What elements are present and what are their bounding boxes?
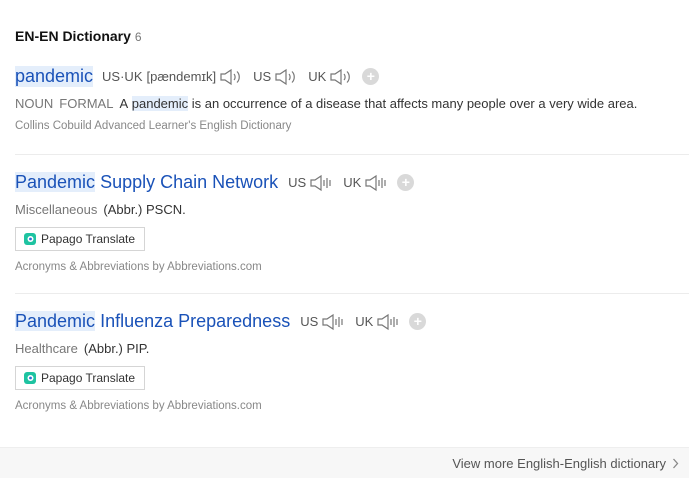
def-text: (Abbr.) PSCN.: [103, 202, 186, 217]
section-title: EN-EN Dictionary 6: [15, 28, 142, 44]
add-wordbook-icon[interactable]: +: [362, 68, 380, 85]
us-speaker-icon[interactable]: [274, 68, 298, 86]
pronunciation: US·UK [pændemɪk]: [102, 69, 216, 84]
footer-bar: View more English-English dictionary: [0, 447, 689, 478]
headword-rest: Supply Chain Network: [100, 172, 279, 192]
uk-speaker-icon[interactable]: [376, 313, 400, 331]
category: Miscellaneous: [15, 202, 98, 217]
add-wordbook-icon[interactable]: +: [409, 313, 427, 330]
uk-speaker-icon[interactable]: [329, 68, 353, 86]
entry-pip: Pandemic Influenza Preparedness US UK + …: [15, 311, 689, 412]
ipa-text: [pændemɪk]: [146, 69, 217, 84]
add-wordbook-icon[interactable]: +: [397, 174, 415, 191]
dictionary-source: Acronyms & Abbreviations by Abbreviation…: [15, 261, 262, 273]
us-speaker-icon[interactable]: [321, 313, 345, 331]
us-speaker-icon[interactable]: [309, 174, 333, 192]
papago-translate-button[interactable]: Papago Translate: [15, 227, 146, 251]
dictionary-source: Collins Cobuild Advanced Learner's Engli…: [15, 120, 292, 132]
papago-translate-label: Papago Translate: [41, 232, 136, 246]
definition: Healthcare (Abbr.) PIP.: [15, 341, 689, 356]
papago-logo-icon: [24, 372, 36, 384]
us-label: US: [300, 314, 319, 329]
headword-highlight: Pandemic: [15, 172, 96, 192]
uk-label: UK: [308, 69, 327, 84]
view-more-label: View more English-English dictionary: [452, 456, 666, 471]
pron-regions: US·UK: [102, 69, 143, 84]
result-count: 6: [134, 30, 142, 44]
headword-link[interactable]: Pandemic Influenza Preparedness: [15, 311, 290, 332]
headword-highlight: Pandemic: [15, 311, 96, 331]
divider: [15, 293, 689, 294]
definition: Miscellaneous (Abbr.) PSCN.: [15, 202, 689, 217]
papago-translate-button[interactable]: Papago Translate: [15, 366, 146, 390]
headword-link[interactable]: pandemic: [15, 66, 94, 87]
us-label: US: [288, 175, 307, 190]
headword-rest: Influenza Preparedness: [100, 311, 291, 331]
speaker-icon[interactable]: [219, 68, 243, 86]
headword-link[interactable]: Pandemic Supply Chain Network: [15, 172, 278, 193]
view-more-link[interactable]: View more English-English dictionary: [452, 456, 679, 471]
def-text: (Abbr.) PIP.: [83, 341, 150, 356]
def-prefix: A: [119, 96, 129, 111]
uk-speaker-icon[interactable]: [364, 174, 388, 192]
dictionary-source: Acronyms & Abbreviations by Abbreviation…: [15, 400, 262, 412]
us-label: US: [253, 69, 272, 84]
chevron-right-icon: [672, 458, 679, 469]
def-highlight: pandemic: [131, 96, 189, 111]
def-text: is an occurrence of a disease that affec…: [191, 96, 638, 111]
entry-pandemic: pandemic US·UK [pændemɪk] US UK + NOUN F…: [15, 66, 689, 132]
pos-formal: FORMAL: [59, 96, 114, 111]
divider: [15, 154, 689, 155]
uk-label: UK: [343, 175, 362, 190]
papago-translate-label: Papago Translate: [41, 371, 136, 385]
papago-logo-icon: [24, 233, 36, 245]
section-title-text: EN-EN Dictionary: [15, 28, 131, 44]
pos-noun: NOUN: [15, 96, 54, 111]
uk-label: UK: [355, 314, 374, 329]
definition: NOUN FORMAL A pandemic is an occurrence …: [15, 96, 689, 111]
entry-pscn: Pandemic Supply Chain Network US UK + Mi…: [15, 172, 689, 273]
category: Healthcare: [15, 341, 78, 356]
